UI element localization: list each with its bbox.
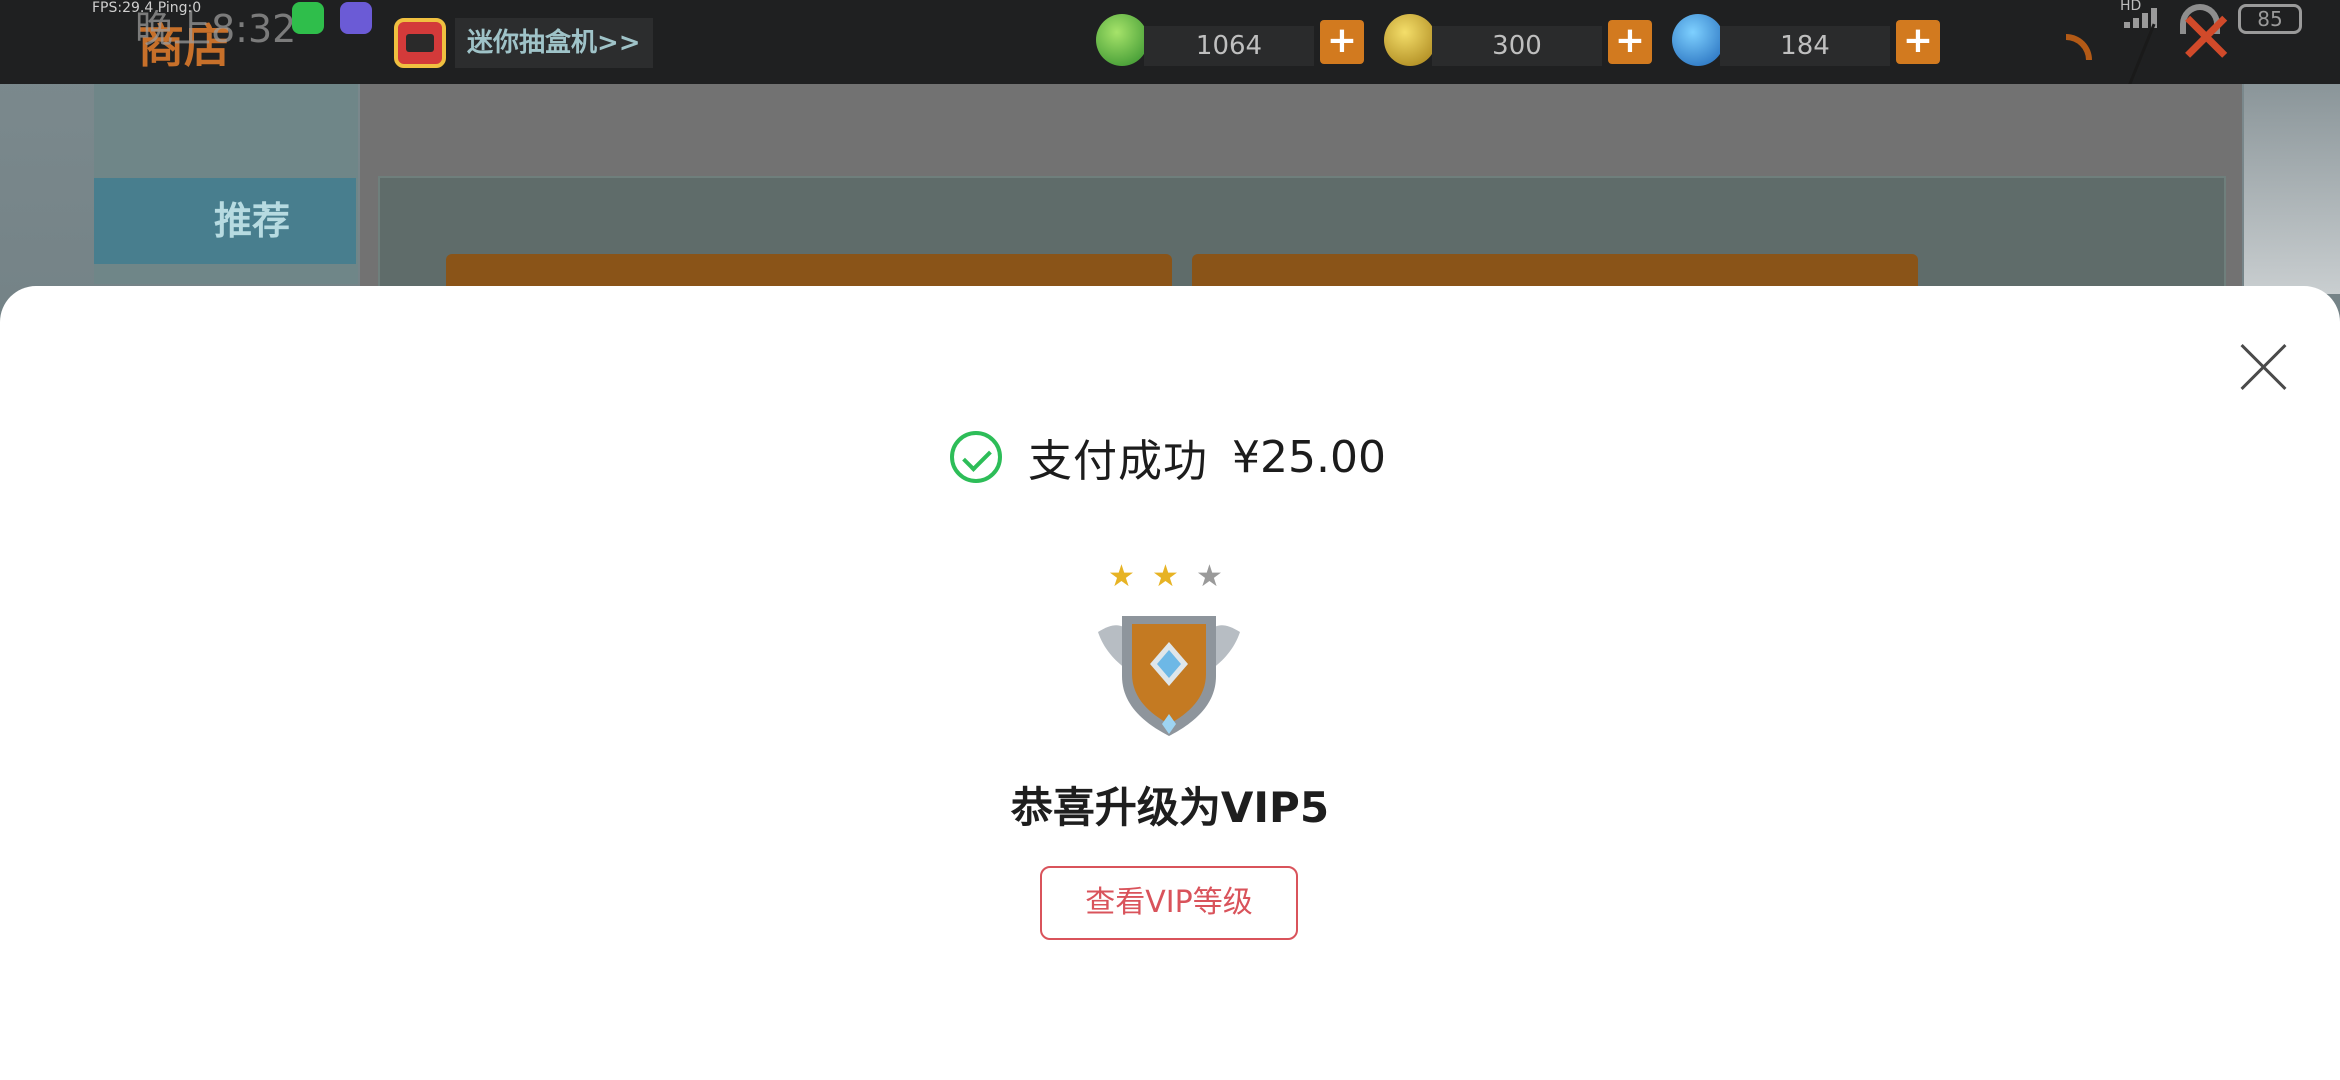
vip-shield-badge-icon bbox=[1098, 616, 1240, 736]
mini-box-link[interactable]: 迷你抽盒机>> bbox=[455, 18, 653, 68]
currency-value: 300 bbox=[1432, 26, 1602, 66]
star-icon: ★ bbox=[1108, 559, 1135, 594]
vip-star-rating: ★ ★ ★ bbox=[1108, 562, 1228, 592]
add-gold-button[interactable]: + bbox=[1608, 20, 1652, 64]
nav-item-recommend[interactable]: 推荐 bbox=[94, 178, 356, 264]
star-icon: ★ bbox=[1196, 559, 1223, 594]
right-edge-scenery bbox=[2244, 84, 2340, 294]
currency-value: 184 bbox=[1720, 26, 1890, 66]
shop-close-icon[interactable]: ✕ bbox=[2176, 2, 2236, 74]
add-blue-button[interactable]: + bbox=[1896, 20, 1940, 64]
payment-amount: ¥25.00 bbox=[1232, 431, 1386, 483]
vip-level-message: 恭喜升级为VIP5 bbox=[1010, 783, 1330, 832]
check-circle-icon bbox=[950, 431, 1002, 483]
payment-success-label: 支付成功 bbox=[1028, 436, 1208, 487]
game-app-icon bbox=[340, 2, 372, 34]
payment-status-row: 支付成功 ¥25.00 bbox=[950, 424, 1386, 490]
signal-icon bbox=[2124, 6, 2164, 28]
green-gem-icon bbox=[1096, 14, 1148, 66]
star-icon: ★ bbox=[1152, 559, 1179, 594]
mini-box-tv-icon[interactable] bbox=[394, 18, 446, 68]
view-vip-level-button[interactable]: 查看VIP等级 bbox=[1040, 866, 1298, 940]
currency-value: 1064 bbox=[1144, 26, 1314, 66]
battery-indicator: 85 bbox=[2238, 4, 2302, 34]
fps-readout: FPS:29.4 Ping:0 bbox=[92, 0, 202, 16]
close-icon[interactable] bbox=[2238, 342, 2288, 392]
gold-coin-icon bbox=[1384, 14, 1436, 66]
add-green-button[interactable]: + bbox=[1320, 20, 1364, 64]
blue-coin-icon bbox=[1672, 14, 1724, 66]
wechat-icon bbox=[292, 2, 324, 34]
